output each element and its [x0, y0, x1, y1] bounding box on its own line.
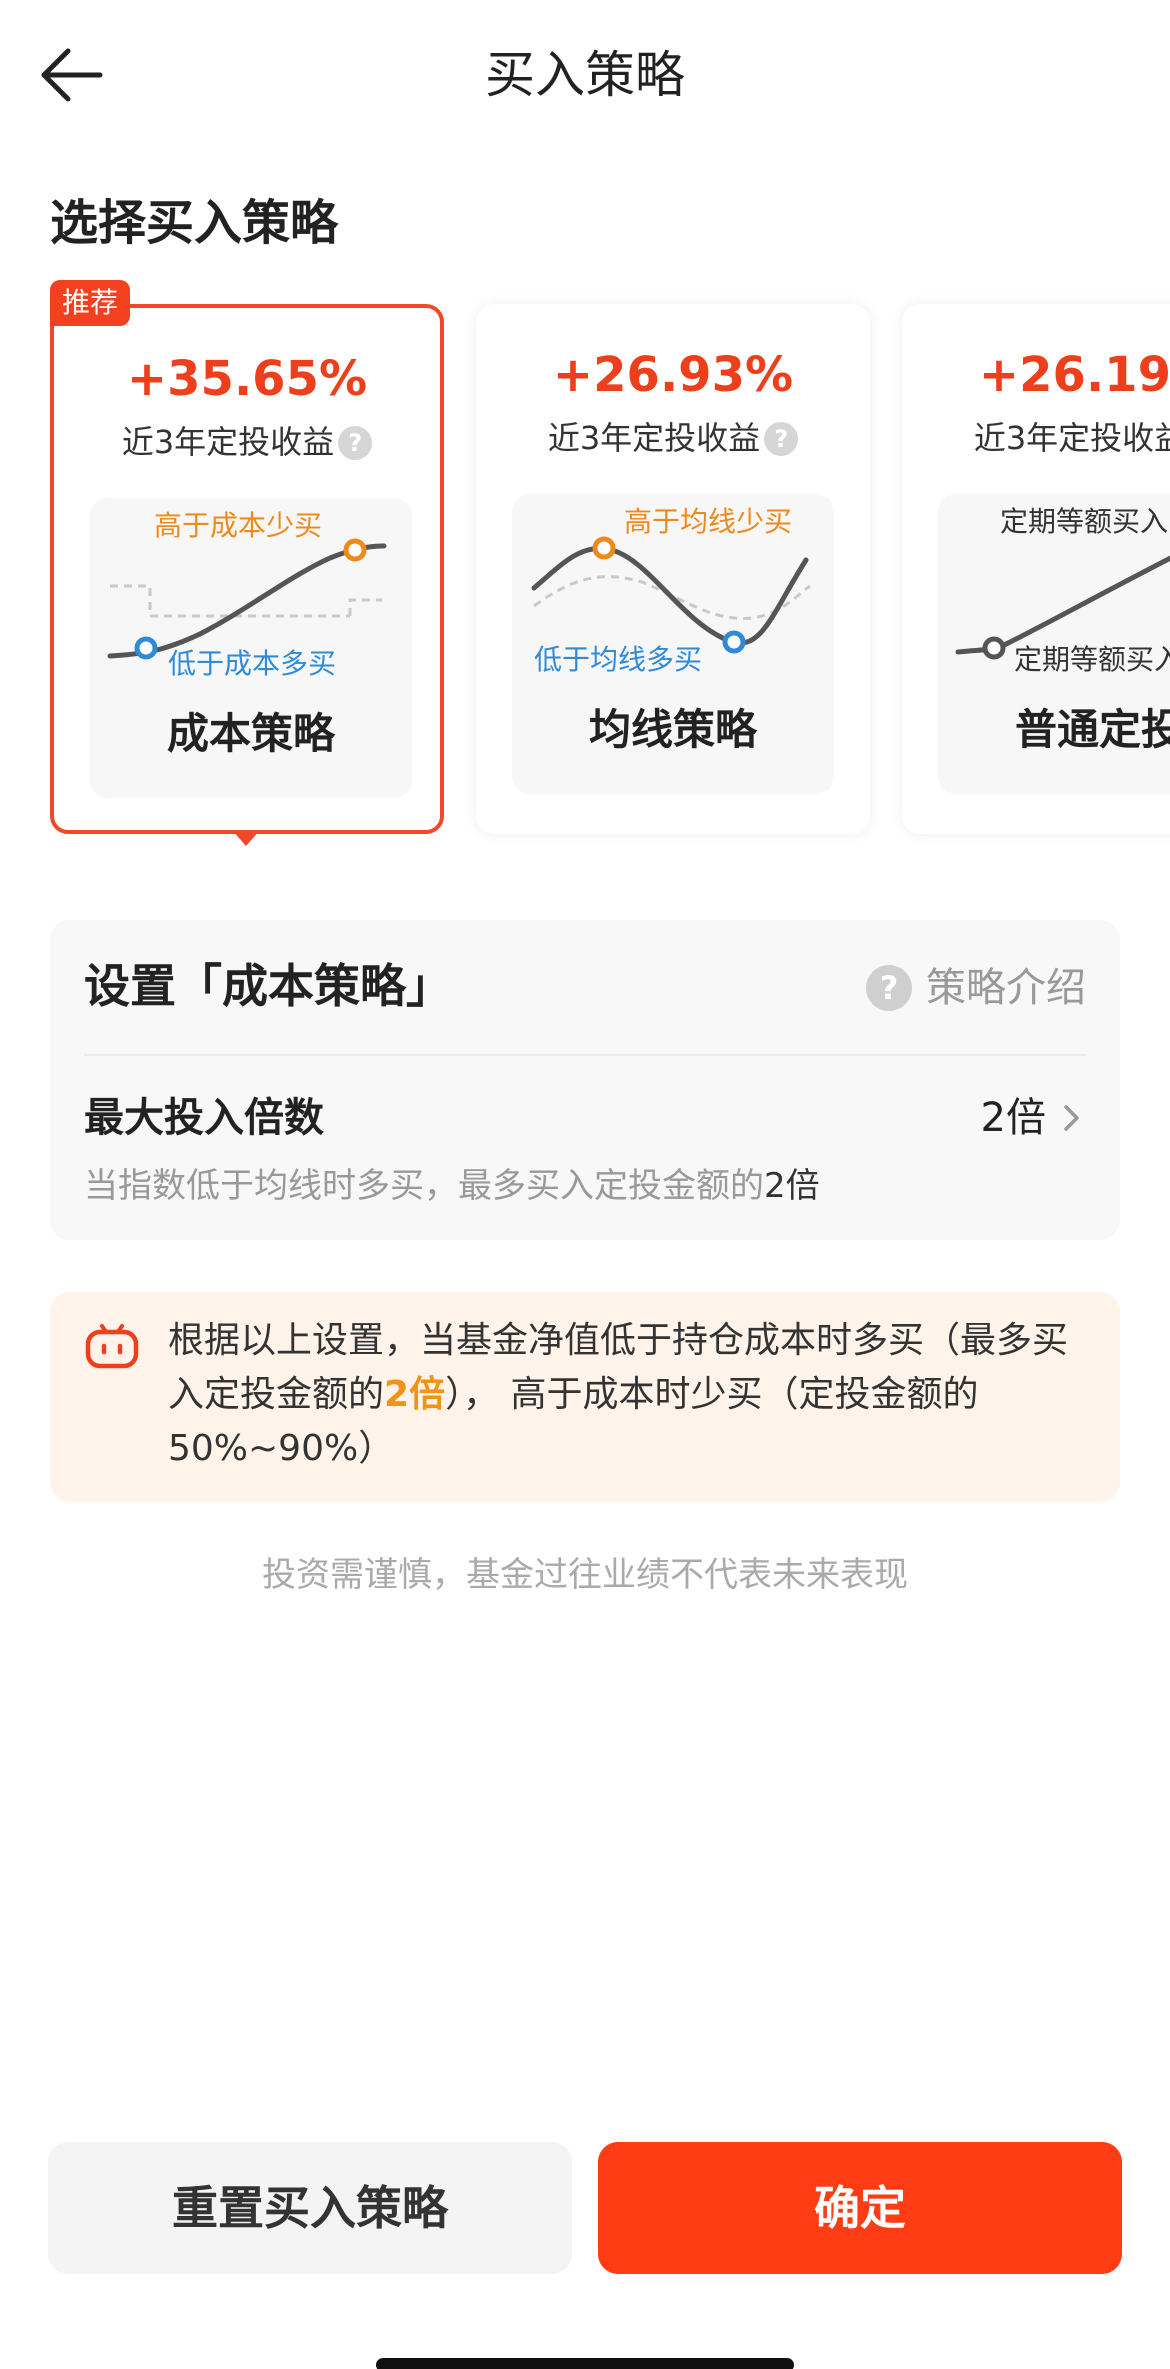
return-label: 近3年定投收益?	[54, 420, 440, 464]
intro-label: 策略介绍	[926, 965, 1086, 1011]
buy-less-point	[343, 538, 367, 562]
header: 买入策略	[0, 0, 1170, 150]
buy-less-point	[592, 536, 616, 560]
confirm-button[interactable]: 确定	[598, 2142, 1122, 2274]
settings-title: 设置「成本策略」	[84, 959, 452, 1013]
chevron-right-icon	[1064, 1105, 1079, 1131]
max-multiple-selector[interactable]: 2倍	[981, 1090, 1086, 1146]
robot-icon	[85, 1324, 139, 1369]
max-multiple-label: 最大投入倍数	[84, 1095, 324, 1141]
max-multiple-value: 2倍	[980, 1095, 1046, 1141]
top-label: 高于均线少买	[624, 505, 793, 538]
top-label: 高于成本少买	[154, 509, 323, 542]
strategy-card-cost[interactable]: 推荐 +35.65% 近3年定投收益? 高于成本少买 低于成本多买 成本策略	[50, 280, 444, 834]
top-label: 定期等额买入	[1000, 505, 1169, 538]
bottom-label: 定期等额买入	[1014, 643, 1170, 676]
max-multiple-description: 当指数低于均线时多买，最多买入定投金额的2倍	[84, 1166, 820, 1206]
buy-more-point	[134, 636, 158, 660]
strategy-illustration: 高于成本少买 低于成本多买 成本策略	[90, 498, 412, 798]
page-title: 买入策略	[485, 46, 685, 104]
summary-text: 根据以上设置，当基金净值低于持仓成本时多买（最多买入定投金额的2倍）， 高于成本…	[168, 1320, 1069, 1469]
return-percent: +26.19%	[978, 347, 1170, 403]
help-icon[interactable]: ?	[338, 426, 373, 460]
risk-disclaimer: 投资需谨慎，基金过往业绩不代表未来表现	[262, 1555, 908, 1595]
divider	[84, 1054, 1086, 1056]
return-percent: +26.93%	[552, 347, 794, 403]
strategy-intro-link[interactable]: ? 策略介绍	[866, 960, 1086, 1016]
strategy-card-ma[interactable]: +26.93% 近3年定投收益? 高于均线少买 低于均线多买 均线策略	[476, 304, 870, 834]
strategy-illustration: 定期等额买入 定期等额买入 普通定投	[938, 494, 1170, 794]
reset-strategy-button[interactable]: 重置买入策略	[48, 2142, 572, 2274]
strategy-name: 成本策略	[166, 709, 335, 758]
strategy-illustration: 高于均线少买 低于均线多买 均线策略	[512, 494, 834, 794]
home-indicator	[376, 2358, 794, 2369]
bottom-label: 低于成本多买	[168, 647, 337, 680]
help-icon[interactable]: ?	[764, 422, 799, 456]
return-label: 近3年定投收益?	[476, 416, 870, 460]
section-title: 选择买入策略	[50, 195, 339, 251]
question-icon: ?	[866, 965, 912, 1011]
bottom-label: 低于均线多买	[534, 643, 703, 676]
return-percent: +35.65%	[126, 351, 368, 407]
strategy-summary-box: 根据以上设置，当基金净值低于持仓成本时多买（最多买入定投金额的2倍）， 高于成本…	[50, 1292, 1120, 1502]
strategy-settings-panel: 设置「成本策略」 ? 策略介绍 最大投入倍数 2倍 当指数低于均线时多买，最多买…	[50, 920, 1120, 1240]
buy-more-point	[722, 630, 746, 654]
return-label: 近3年定投收益?	[973, 419, 1170, 457]
buy-point	[982, 636, 1006, 660]
strategy-card-carousel[interactable]: 推荐 +35.65% 近3年定投收益? 高于成本少买 低于成本多买 成本策略 +…	[0, 280, 1170, 880]
recommended-badge: 推荐	[50, 280, 131, 326]
strategy-card-regular[interactable]: +26.19% 近3年定投收益? 定期等额买入 定期等额买入 普通定投	[902, 304, 1170, 834]
strategy-name: 均线策略	[588, 705, 757, 754]
strategy-name: 普通定投	[1014, 705, 1170, 754]
selection-pointer	[232, 830, 260, 846]
